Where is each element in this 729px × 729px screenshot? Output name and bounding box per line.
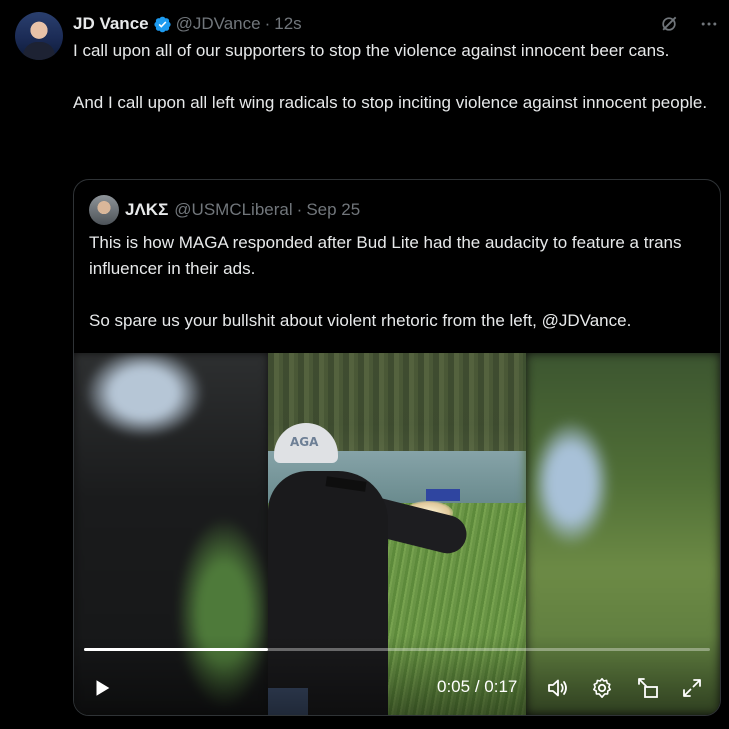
grok-icon[interactable] bbox=[657, 12, 681, 36]
author-handle[interactable]: @JDVance bbox=[176, 14, 261, 34]
settings-icon[interactable] bbox=[589, 675, 615, 701]
tweet-timestamp[interactable]: 12s bbox=[274, 14, 301, 34]
video-player[interactable]: AGA 0:05 / 0:17 bbox=[74, 353, 720, 715]
video-progress-bar[interactable] bbox=[84, 648, 710, 651]
tweet-paragraph: And I call upon all left wing radicals t… bbox=[73, 93, 708, 112]
quoted-tweet[interactable]: JΛKΣ @USMCLiberal · Sep 25 This is how M… bbox=[73, 179, 721, 716]
quote-paragraph: So spare us your bullshit about violent … bbox=[89, 311, 632, 330]
quote-author-avatar[interactable] bbox=[89, 195, 119, 225]
video-target bbox=[426, 489, 460, 501]
video-current-time: 0:05 bbox=[437, 677, 471, 696]
quote-author-name[interactable]: JΛKΣ bbox=[125, 200, 168, 220]
tweet-header: JD Vance @JDVance · 12s bbox=[73, 13, 302, 35]
video-time: 0:05 / 0:17 bbox=[437, 677, 517, 697]
author-name[interactable]: JD Vance bbox=[73, 14, 149, 34]
play-icon[interactable] bbox=[91, 677, 113, 704]
separator-dot: · bbox=[296, 200, 303, 219]
author-avatar[interactable] bbox=[15, 12, 63, 60]
controls-gradient bbox=[74, 635, 720, 715]
volume-icon[interactable] bbox=[545, 675, 571, 701]
quote-text: This is how MAGA responded after Bud Lit… bbox=[89, 230, 709, 334]
tweet-actions-top bbox=[657, 12, 721, 36]
video-progress-fill bbox=[84, 648, 269, 651]
quote-paragraph: This is how MAGA responded after Bud Lit… bbox=[89, 233, 682, 278]
video-cap-text: AGA bbox=[290, 435, 319, 449]
tweet-paragraph: I call upon all of our supporters to sto… bbox=[73, 41, 670, 60]
quote-date[interactable]: Sep 25 bbox=[306, 200, 360, 220]
separator-dot: · bbox=[264, 14, 271, 33]
video-duration: 0:17 bbox=[484, 677, 518, 696]
quote-author-handle[interactable]: @USMCLiberal bbox=[174, 200, 292, 220]
tweet-text: I call upon all of our supporters to sto… bbox=[73, 38, 713, 116]
quote-header: JΛKΣ @USMCLiberal · Sep 25 bbox=[89, 195, 360, 225]
verified-badge-icon[interactable] bbox=[153, 15, 172, 34]
time-separator: / bbox=[470, 677, 485, 696]
pip-icon[interactable] bbox=[635, 675, 661, 701]
more-icon[interactable] bbox=[697, 12, 721, 36]
fullscreen-icon[interactable] bbox=[679, 675, 705, 701]
